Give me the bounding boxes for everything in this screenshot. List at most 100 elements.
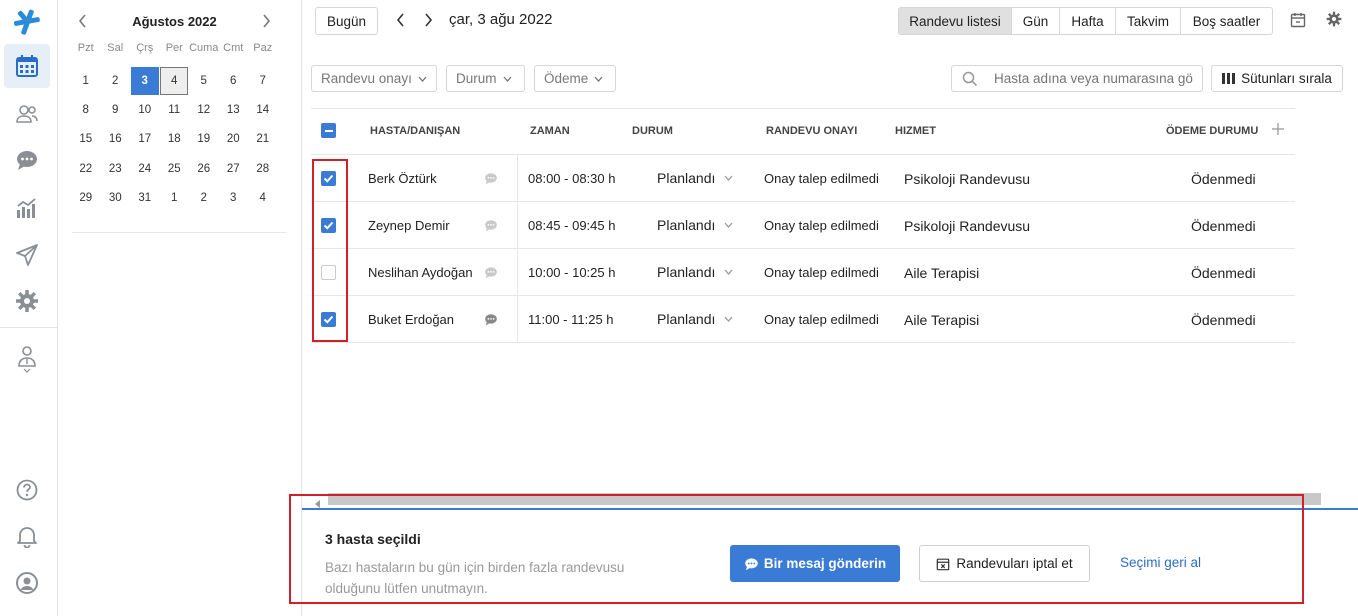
select-all-checkbox[interactable] [321,123,336,138]
calendar-day[interactable]: 9 [101,95,131,124]
help-icon[interactable] [4,468,50,512]
calendar-day-number: 15 [79,133,93,146]
calendar-day[interactable]: 2 [189,183,219,212]
next-day-button[interactable] [418,10,438,30]
calendar-day[interactable]: 2 [101,66,131,95]
calendar-day[interactable]: 15 [71,125,101,154]
calendar-day[interactable]: 26 [189,154,219,183]
calendar-day[interactable]: 1 [160,183,190,212]
calendar-day[interactable]: 3 [219,183,249,212]
header-time[interactable]: ZAMAN [530,125,570,137]
patient-name-link[interactable]: Buket Erdoğan [368,312,454,327]
table-row[interactable]: Neslihan Aydoğan 10:00 - 10:25 h Planlandı… [311,249,1295,296]
calendar-day[interactable]: 22 [71,154,101,183]
patient-name-link[interactable]: Berk Öztürk [368,171,437,186]
calendar-day[interactable]: 12 [189,95,219,124]
header-approval[interactable]: RANDEVU ONAYI [766,125,857,137]
doctor-profile-icon[interactable] [4,336,50,380]
view-tab-appointment-list[interactable]: Randevu listesi [898,7,1012,35]
header-status[interactable]: DURUM [632,125,673,137]
sort-columns-button[interactable]: Sütunları sırala [1211,65,1343,92]
calendar-day-number: 27 [226,162,240,175]
header-patient[interactable]: HASTA/DANIŞAN [370,125,460,137]
status-filter-dropdown[interactable]: Durum [446,65,525,92]
calendar-day[interactable]: 6 [219,66,249,95]
calendar-day[interactable]: 20 [219,125,249,154]
status-dropdown[interactable]: Planlandı [657,170,733,186]
prev-month-button[interactable] [72,11,92,31]
calendar-day[interactable]: 16 [101,125,131,154]
payment-status[interactable]: Ödenmedi [1191,171,1256,187]
calendar-export-icon[interactable] [1290,12,1306,33]
calendar-day[interactable]: 7 [248,66,278,95]
patients-nav-icon[interactable] [4,92,50,136]
view-tab-free-slots[interactable]: Boş saatler [1180,7,1273,35]
status-dropdown[interactable]: Planlandı [657,264,733,280]
calendar-day[interactable]: 13 [219,95,249,124]
calendar-day[interactable]: 30 [101,183,131,212]
message-bubble-icon[interactable] [484,266,498,284]
calendar-day[interactable]: 31 [130,183,160,212]
calendar-day[interactable]: 4 [248,183,278,212]
messages-nav-icon[interactable] [4,138,50,182]
calendar-day[interactable]: 27 [219,154,249,183]
appointment-time: 08:00 - 08:30 h [528,171,616,186]
prev-day-button[interactable] [390,10,410,30]
calendar-day-number: 11 [168,103,181,116]
calendar-day[interactable]: 8 [71,95,101,124]
settings-gear-icon[interactable] [1326,11,1342,32]
calendar-day[interactable]: 21 [248,125,278,154]
calendar-day[interactable]: 1 [71,66,101,95]
search-input[interactable] [994,71,1199,86]
next-month-button[interactable] [257,11,277,31]
status-filter-label: Durum [456,71,497,86]
payment-status[interactable]: Ödenmedi [1191,265,1256,281]
status-dropdown[interactable]: Planlandı [657,217,733,233]
approval-status: Onay talep edilmedi [764,312,879,327]
header-service[interactable]: HIZMET [895,125,936,137]
calendar-day[interactable]: 29 [71,183,101,212]
payment-status[interactable]: Ödenmedi [1191,218,1256,234]
table-row[interactable]: Berk Öztürk 08:00 - 08:30 h Planlandı Onay … [311,155,1295,202]
view-tab-week[interactable]: Hafta [1059,7,1116,35]
campaigns-nav-icon[interactable] [4,233,50,277]
patient-name-link[interactable]: Zeynep Demir [368,218,450,233]
settings-nav-icon[interactable] [4,279,50,323]
account-avatar-icon[interactable] [4,561,50,605]
view-tab-calendar[interactable]: Takvim [1115,7,1181,35]
status-dropdown[interactable]: Planlandı [657,311,733,327]
table-row[interactable]: Zeynep Demir 08:45 - 09:45 h Planlandı Onay… [311,202,1295,249]
calendar-day[interactable]: 17 [130,125,160,154]
table-row[interactable]: Buket Erdoğan 11:00 - 11:25 h Planlandı Ona… [311,296,1295,343]
calendar-day[interactable]: 25 [160,154,190,183]
calendar-day-number: 12 [197,103,211,116]
calendar-day[interactable]: 19 [189,125,219,154]
calendar-day[interactable]: 24 [130,154,160,183]
statistics-nav-icon[interactable] [4,186,50,230]
weekday-label: Pzt [77,42,94,54]
calendar-day[interactable]: 5 [189,66,219,95]
calendar-day[interactable]: 3 [130,66,160,95]
calendar-day[interactable]: 14 [248,95,278,124]
patient-search-box[interactable] [951,65,1203,92]
header-payment[interactable]: ÖDEME DURUMU [1166,125,1258,137]
message-bubble-icon[interactable] [484,172,498,190]
calendar-day[interactable]: 11 [160,95,190,124]
payment-status[interactable]: Ödenmedi [1191,312,1256,328]
patient-name-link[interactable]: Neslihan Aydoğan [368,265,473,280]
calendar-day[interactable]: 10 [130,95,160,124]
view-tab-day[interactable]: Gün [1011,7,1060,35]
app-logo-icon[interactable] [4,0,50,44]
calendar-day[interactable]: 4 [160,66,190,95]
payment-filter-dropdown[interactable]: Ödeme [534,65,616,92]
notifications-bell-icon[interactable] [4,514,50,558]
approval-filter-dropdown[interactable]: Randevu onayı [311,65,437,92]
message-bubble-icon[interactable] [484,219,498,237]
today-button[interactable]: Bugün [315,7,378,35]
calendar-day[interactable]: 28 [248,154,278,183]
message-bubble-icon[interactable] [484,313,498,331]
add-column-icon[interactable] [1272,122,1284,140]
calendar-day[interactable]: 18 [160,125,190,154]
calendar-nav-icon[interactable] [4,44,50,88]
calendar-day[interactable]: 23 [101,154,131,183]
